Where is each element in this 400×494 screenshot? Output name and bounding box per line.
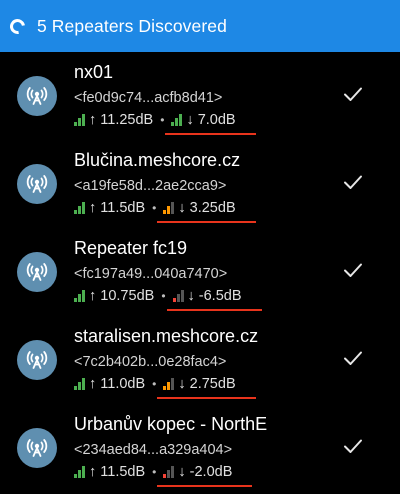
tx-snr: ↑ 11.25dB <box>89 112 154 128</box>
repeater-row[interactable]: staralisen.meshcore.cz <7c2b402b...0e28fa… <box>0 316 400 404</box>
separator-dot: • <box>160 113 165 127</box>
repeater-row[interactable]: Repeater fc19 <fc197a49...040a7470> ↑ 10.7… <box>0 228 400 316</box>
signal-metrics: ↑ 11.25dB • ↓ 7.0dB <box>74 112 256 135</box>
rx-signal-bars-icon <box>163 378 175 390</box>
rx-group: ↓ 3.25dB <box>157 200 256 223</box>
antenna-icon <box>17 76 57 116</box>
repeater-name: nx01 <box>74 62 114 82</box>
separator-dot: • <box>152 201 157 215</box>
annotation-underline <box>166 309 262 311</box>
rx-group: ↓ -6.5dB <box>166 288 262 311</box>
tx-snr: ↑ 11.5dB <box>89 464 146 480</box>
rx-signal-bars-icon <box>172 290 185 302</box>
repeater-key: <234aed84...a329a404> <box>74 442 233 458</box>
repeater-name: Repeater fc19 <box>74 238 188 258</box>
tx-signal-bars-icon <box>74 290 86 302</box>
rx-group: ↓ 2.75dB <box>157 376 256 399</box>
tx-signal-bars-icon <box>74 466 86 478</box>
separator-dot: • <box>161 289 166 303</box>
check-icon[interactable] <box>343 262 363 283</box>
repeater-key: <a19fe58d...2ae2cca9> <box>74 178 227 194</box>
repeater-list: nx01 <fe0d9c74...acfb8d41> ↑ 11.25dB • ↓ 7.0… <box>0 52 400 492</box>
antenna-icon <box>17 428 57 468</box>
rx-group: ↓ -2.0dB <box>157 464 253 487</box>
header-title: 5 Repeaters Discovered <box>37 15 227 36</box>
discovery-header: 5 Repeaters Discovered <box>0 0 400 52</box>
check-icon[interactable] <box>343 438 363 459</box>
repeater-key: <7c2b402b...0e28fac4> <box>74 354 227 370</box>
repeater-name: Blučina.meshcore.cz <box>74 150 241 170</box>
tx-snr: ↑ 10.75dB <box>89 288 155 304</box>
repeater-key: <fe0d9c74...acfb8d41> <box>74 90 223 106</box>
tx-signal-bars-icon <box>74 114 86 126</box>
repeater-key: <fc197a49...040a7470> <box>74 266 228 282</box>
tx-snr: ↑ 11.5dB <box>89 200 146 216</box>
rx-signal-bars-icon <box>163 202 175 214</box>
antenna-icon <box>17 252 57 292</box>
check-icon[interactable] <box>343 174 363 195</box>
rx-snr: ↓ 3.25dB <box>178 200 236 216</box>
rx-signal-bars-icon <box>171 114 183 126</box>
signal-metrics: ↑ 11.5dB • ↓ 3.25dB <box>74 200 256 223</box>
loading-spinner-icon <box>7 15 28 37</box>
signal-metrics: ↑ 11.0dB • ↓ 2.75dB <box>74 376 256 399</box>
separator-dot: • <box>152 377 157 391</box>
annotation-underline <box>157 397 256 399</box>
antenna-icon <box>17 340 57 380</box>
repeater-row[interactable]: Urbanův kopec - NorthE <234aed84...a329a4… <box>0 404 400 492</box>
tx-signal-bars-icon <box>74 202 86 214</box>
signal-metrics: ↑ 11.5dB • ↓ -2.0dB <box>74 464 253 487</box>
repeater-name: staralisen.meshcore.cz <box>74 326 259 346</box>
rx-snr: ↓ 2.75dB <box>178 376 236 392</box>
rx-signal-bars-icon <box>163 466 175 478</box>
repeater-row[interactable]: Blučina.meshcore.cz <a19fe58d...2ae2cca9>… <box>0 140 400 228</box>
annotation-underline <box>157 485 253 487</box>
antenna-icon <box>17 164 57 204</box>
rx-group: ↓ 7.0dB <box>165 112 256 135</box>
check-icon[interactable] <box>343 350 363 371</box>
repeater-name: Urbanův kopec - NorthE <box>74 414 268 434</box>
rx-snr: ↓ -6.5dB <box>187 288 242 304</box>
signal-metrics: ↑ 10.75dB • ↓ -6.5dB <box>74 288 262 311</box>
tx-snr: ↑ 11.0dB <box>89 376 146 392</box>
rx-snr: ↓ -2.0dB <box>178 464 233 480</box>
repeater-discovery-screen: 5 Repeaters Discovered nx01 <fe0d9c74...a… <box>0 0 400 494</box>
annotation-underline <box>165 133 256 135</box>
tx-signal-bars-icon <box>74 378 86 390</box>
rx-snr: ↓ 7.0dB <box>186 112 236 128</box>
check-icon[interactable] <box>343 86 363 107</box>
separator-dot: • <box>152 465 157 479</box>
annotation-underline <box>157 221 256 223</box>
repeater-row[interactable]: nx01 <fe0d9c74...acfb8d41> ↑ 11.25dB • ↓ 7.0… <box>0 52 400 140</box>
